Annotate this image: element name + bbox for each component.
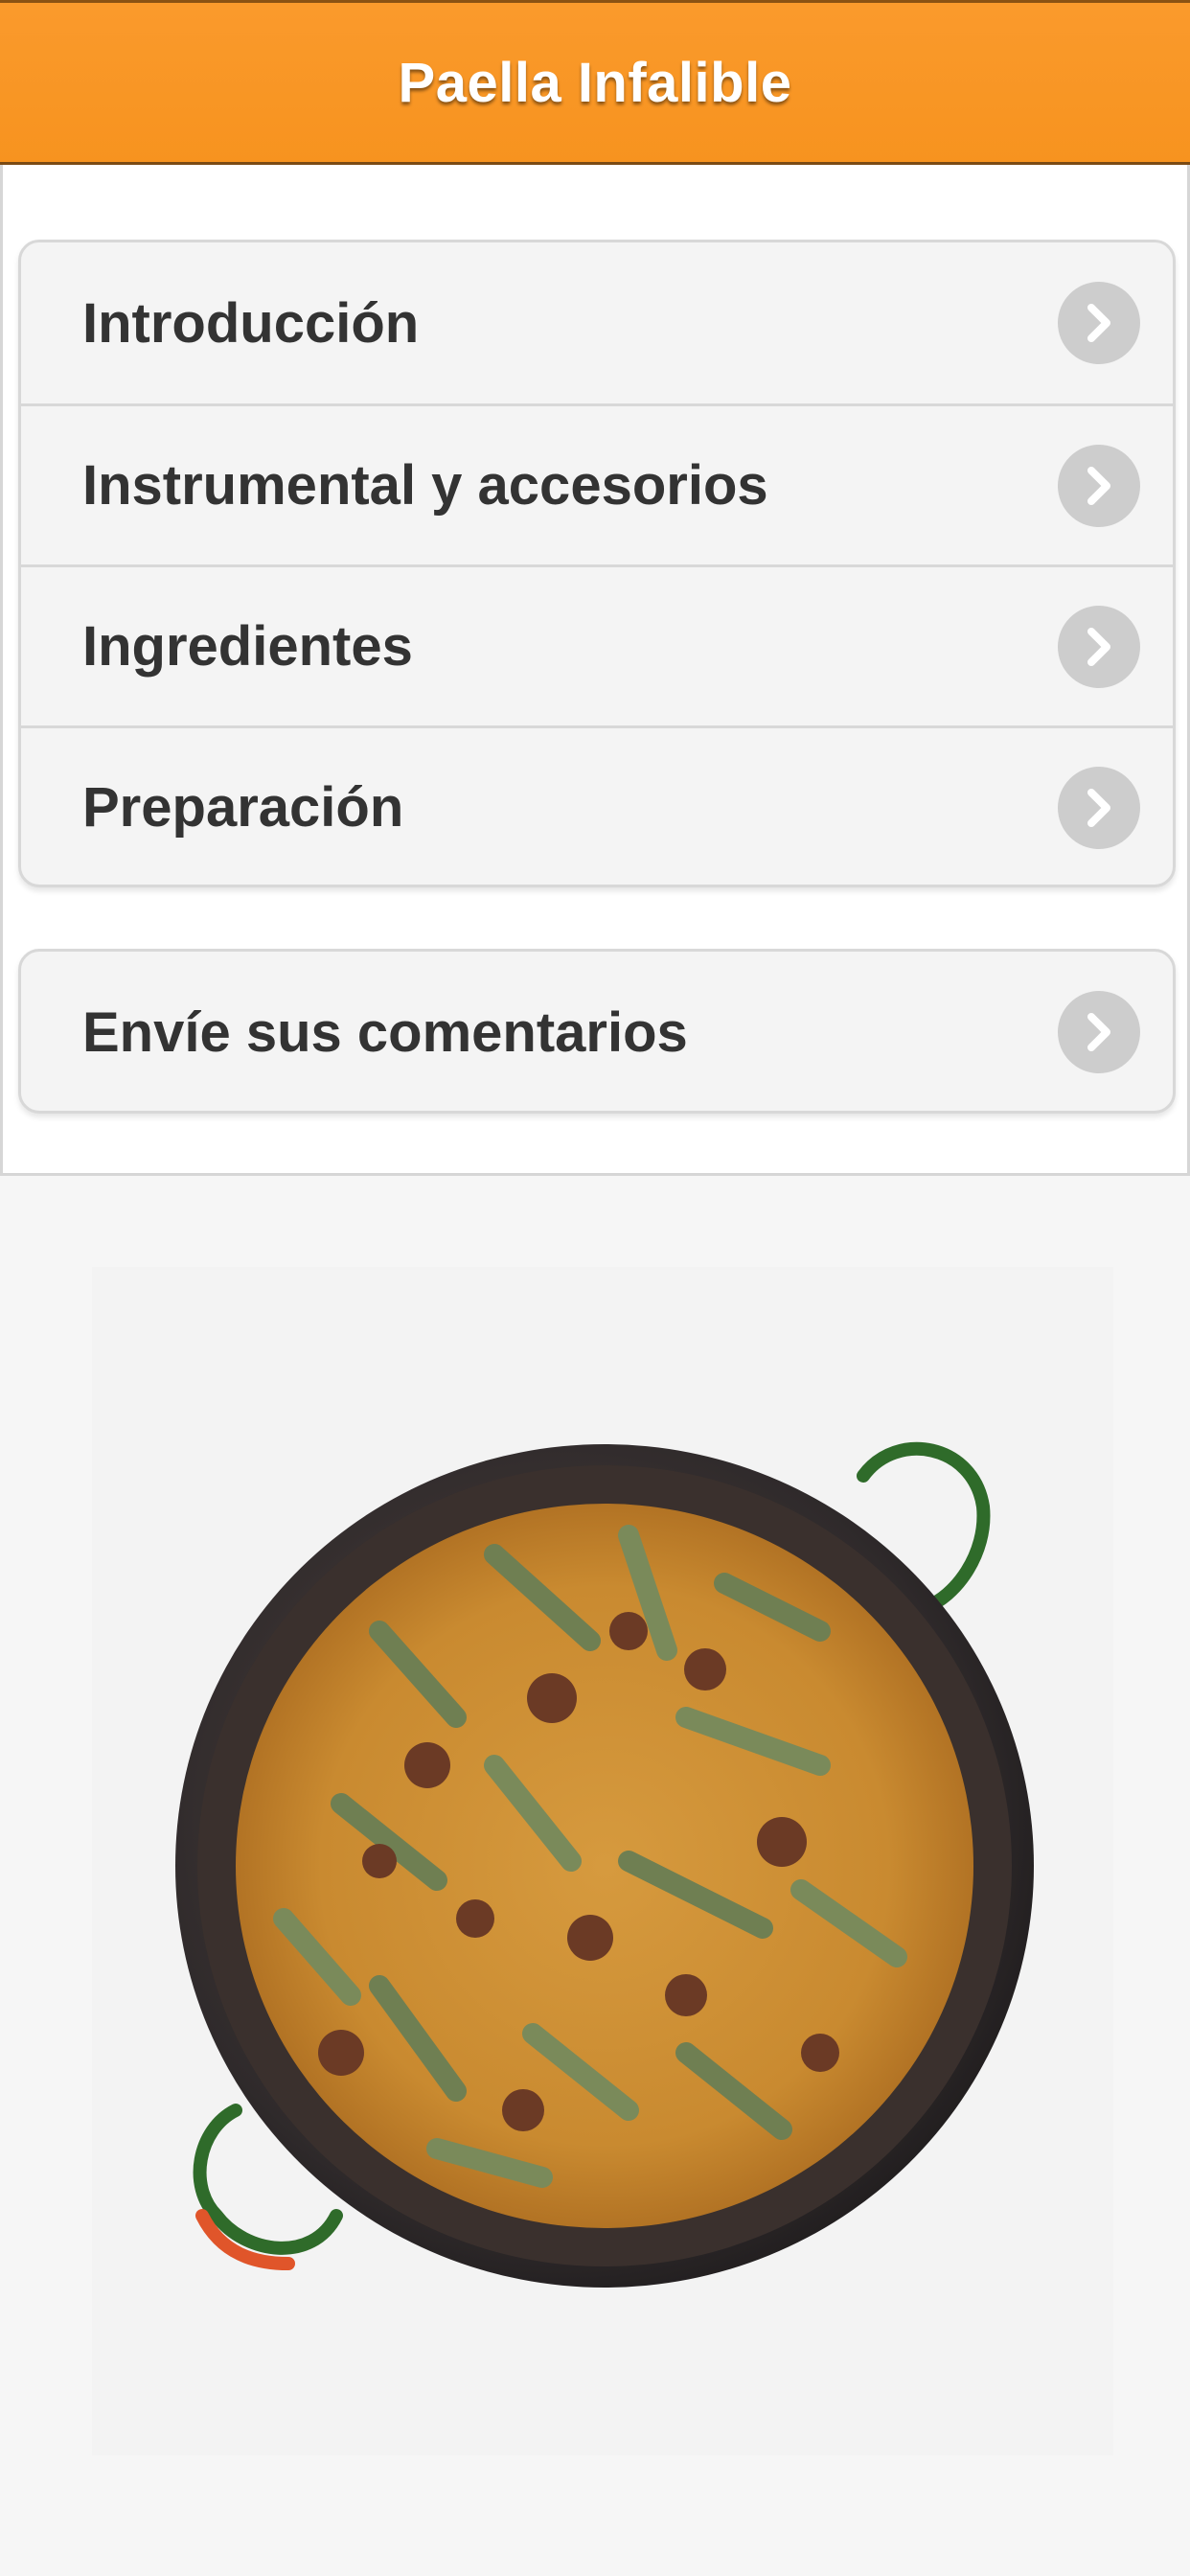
menu-item-label: Introducción — [82, 291, 420, 355]
menu-item-label: Preparación — [82, 776, 404, 839]
chevron-right-icon — [1058, 991, 1140, 1073]
menu-item-label: Instrumental y accesorios — [82, 454, 768, 517]
menu-item-introduccion[interactable]: Introducción — [21, 242, 1173, 403]
menu-item-ingredientes[interactable]: Ingredientes — [21, 564, 1173, 725]
paella-image — [92, 1267, 1113, 2455]
app-title: Paella Infalible — [398, 51, 792, 114]
main-menu: Introducción Instrumental y accesorios I… — [0, 165, 1190, 1176]
app-header: Paella Infalible — [0, 0, 1190, 165]
paella-pan-illustration — [175, 1441, 1034, 2288]
menu-item-feedback[interactable]: Envíe sus comentarios — [21, 952, 1173, 1111]
menu-item-preparacion[interactable]: Preparación — [21, 725, 1173, 885]
menu-group-feedback: Envíe sus comentarios — [18, 949, 1176, 1114]
chevron-right-icon — [1058, 766, 1140, 849]
menu-item-label: Ingredientes — [82, 615, 413, 678]
chevron-right-icon — [1058, 444, 1140, 527]
chevron-right-icon — [1058, 605, 1140, 688]
chevron-right-icon — [1058, 282, 1140, 364]
menu-item-label: Envíe sus comentarios — [82, 1000, 688, 1064]
menu-item-instrumental[interactable]: Instrumental y accesorios — [21, 403, 1173, 564]
menu-group-sections: Introducción Instrumental y accesorios I… — [18, 240, 1176, 887]
